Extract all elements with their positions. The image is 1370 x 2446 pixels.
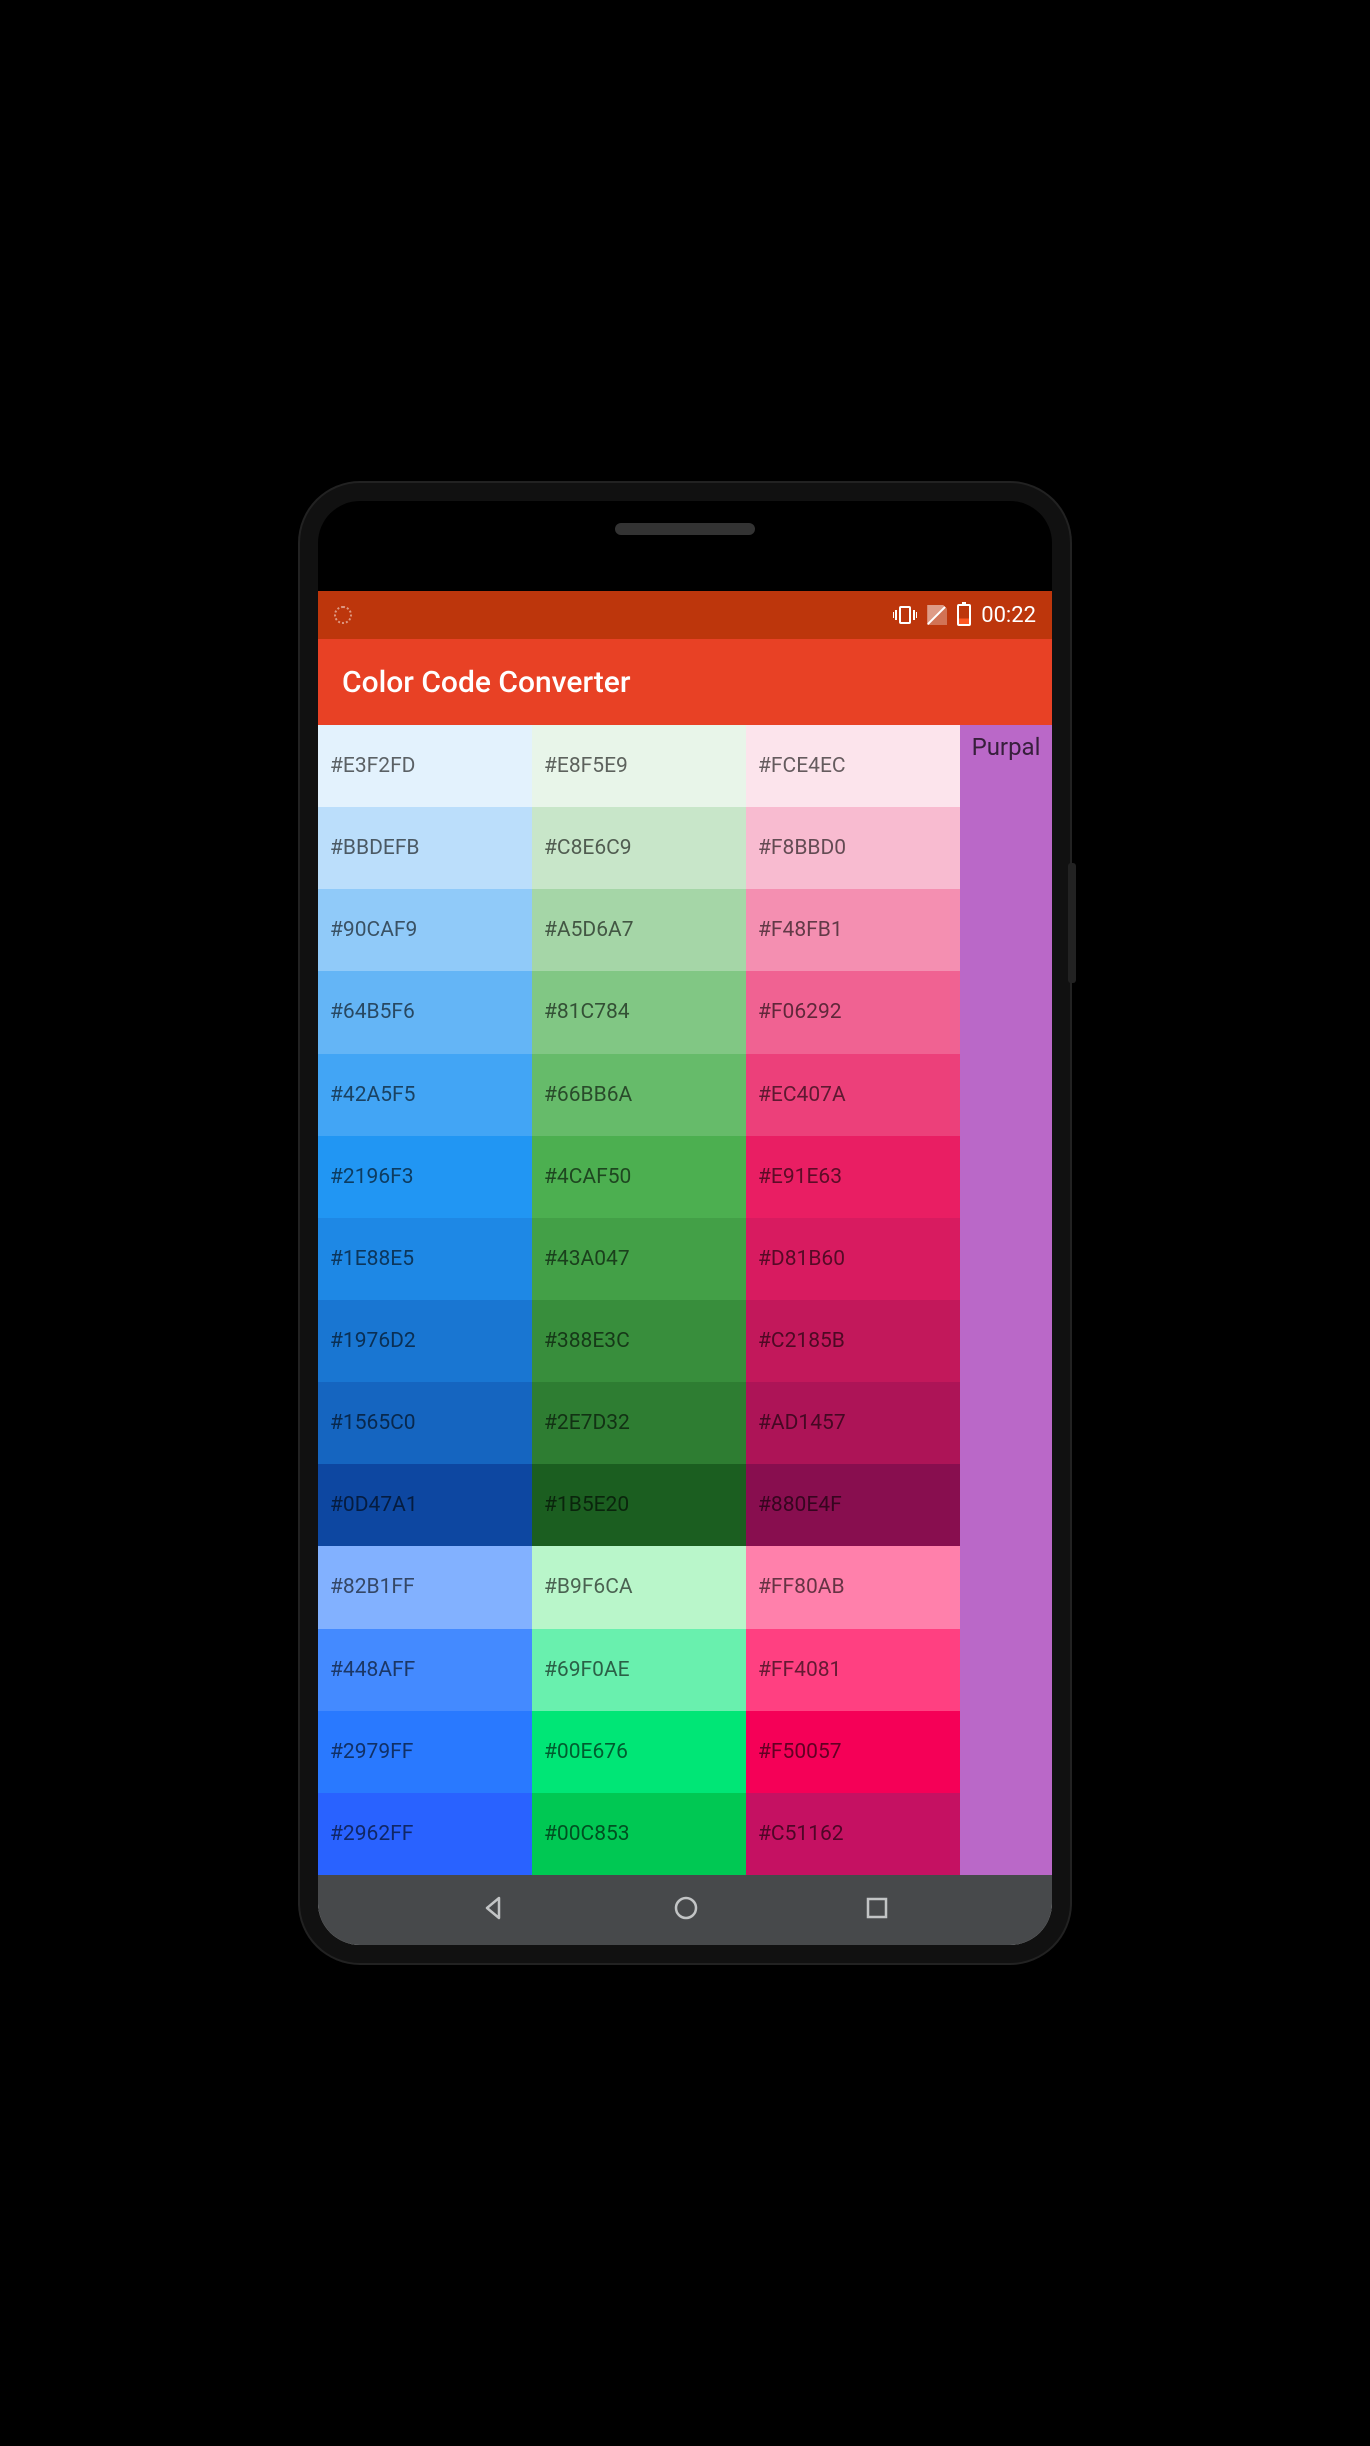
color-swatch[interactable]: #90CAF9 [318, 889, 532, 971]
color-swatch[interactable]: #0D47A1 [318, 1464, 532, 1546]
phone-power-button [1068, 863, 1076, 983]
color-swatch[interactable]: #1565C0 [318, 1382, 532, 1464]
status-time: 00:22 [981, 603, 1036, 628]
side-column-purple[interactable]: Purpal [960, 725, 1052, 1875]
color-swatch[interactable]: #FF4081 [746, 1629, 960, 1711]
color-swatch[interactable]: #00C853 [532, 1793, 746, 1875]
color-swatch[interactable]: #43A047 [532, 1218, 746, 1300]
content-area[interactable]: #E3F2FD#E8F5E9#FCE4EC #BBDEFB#C8E6C9#F8BB… [318, 725, 1052, 1875]
color-swatch[interactable]: #880E4F [746, 1464, 960, 1546]
color-swatch[interactable]: #F8BBD0 [746, 807, 960, 889]
color-swatch[interactable]: #2E7D32 [532, 1382, 746, 1464]
phone-frame: 00:22 Color Code Converter #E3F2FD#E8F5E… [300, 483, 1070, 1963]
color-swatch[interactable]: #4CAF50 [532, 1136, 746, 1218]
side-column-label: Purpal [972, 733, 1041, 761]
color-swatch[interactable]: #388E3C [532, 1300, 746, 1382]
color-grid: #E3F2FD#E8F5E9#FCE4EC #BBDEFB#C8E6C9#F8BB… [318, 725, 960, 1875]
color-swatch[interactable]: #2962FF [318, 1793, 532, 1875]
color-swatch[interactable]: #C2185B [746, 1300, 960, 1382]
color-swatch[interactable]: #FCE4EC [746, 725, 960, 807]
battery-charging-icon [957, 604, 971, 626]
color-swatch[interactable]: #BBDEFB [318, 807, 532, 889]
back-button[interactable] [480, 1894, 508, 1926]
color-swatch[interactable]: #E8F5E9 [532, 725, 746, 807]
color-swatch[interactable]: #2979FF [318, 1711, 532, 1793]
color-swatch[interactable]: #42A5F5 [318, 1054, 532, 1136]
color-swatch[interactable]: #A5D6A7 [532, 889, 746, 971]
color-swatch[interactable]: #F50057 [746, 1711, 960, 1793]
phone-inner: 00:22 Color Code Converter #E3F2FD#E8F5E… [318, 501, 1052, 1945]
color-swatch[interactable]: #81C784 [532, 971, 746, 1053]
spinner-icon [334, 606, 352, 624]
color-swatch[interactable]: #69F0AE [532, 1629, 746, 1711]
recents-button[interactable] [864, 1895, 890, 1925]
color-swatch[interactable]: #2196F3 [318, 1136, 532, 1218]
color-swatch[interactable]: #82B1FF [318, 1546, 532, 1628]
color-swatch[interactable]: #C51162 [746, 1793, 960, 1875]
color-swatch[interactable]: #B9F6CA [532, 1546, 746, 1628]
color-swatch[interactable]: #66BB6A [532, 1054, 746, 1136]
navigation-bar [318, 1875, 1052, 1945]
color-swatch[interactable]: #1976D2 [318, 1300, 532, 1382]
color-swatch[interactable]: #64B5F6 [318, 971, 532, 1053]
color-swatch[interactable]: #AD1457 [746, 1382, 960, 1464]
color-swatch[interactable]: #1B5E20 [532, 1464, 746, 1546]
color-swatch[interactable]: #E3F2FD [318, 725, 532, 807]
color-swatch[interactable]: #E91E63 [746, 1136, 960, 1218]
screen: 00:22 Color Code Converter #E3F2FD#E8F5E… [318, 591, 1052, 1945]
status-bar: 00:22 [318, 591, 1052, 639]
phone-speaker [615, 523, 755, 535]
vibrate-icon [893, 605, 917, 625]
color-swatch[interactable]: #448AFF [318, 1629, 532, 1711]
color-swatch[interactable]: #C8E6C9 [532, 807, 746, 889]
app-title: Color Code Converter [342, 665, 630, 700]
app-bar: Color Code Converter [318, 639, 1052, 725]
color-swatch[interactable]: #F48FB1 [746, 889, 960, 971]
color-swatch[interactable]: #F06292 [746, 971, 960, 1053]
color-swatch[interactable]: #EC407A [746, 1054, 960, 1136]
no-sim-icon [927, 605, 947, 625]
color-swatch[interactable]: #00E676 [532, 1711, 746, 1793]
color-swatch[interactable]: #D81B60 [746, 1218, 960, 1300]
color-swatch[interactable]: #1E88E5 [318, 1218, 532, 1300]
home-button[interactable] [672, 1894, 700, 1926]
color-swatch[interactable]: #FF80AB [746, 1546, 960, 1628]
